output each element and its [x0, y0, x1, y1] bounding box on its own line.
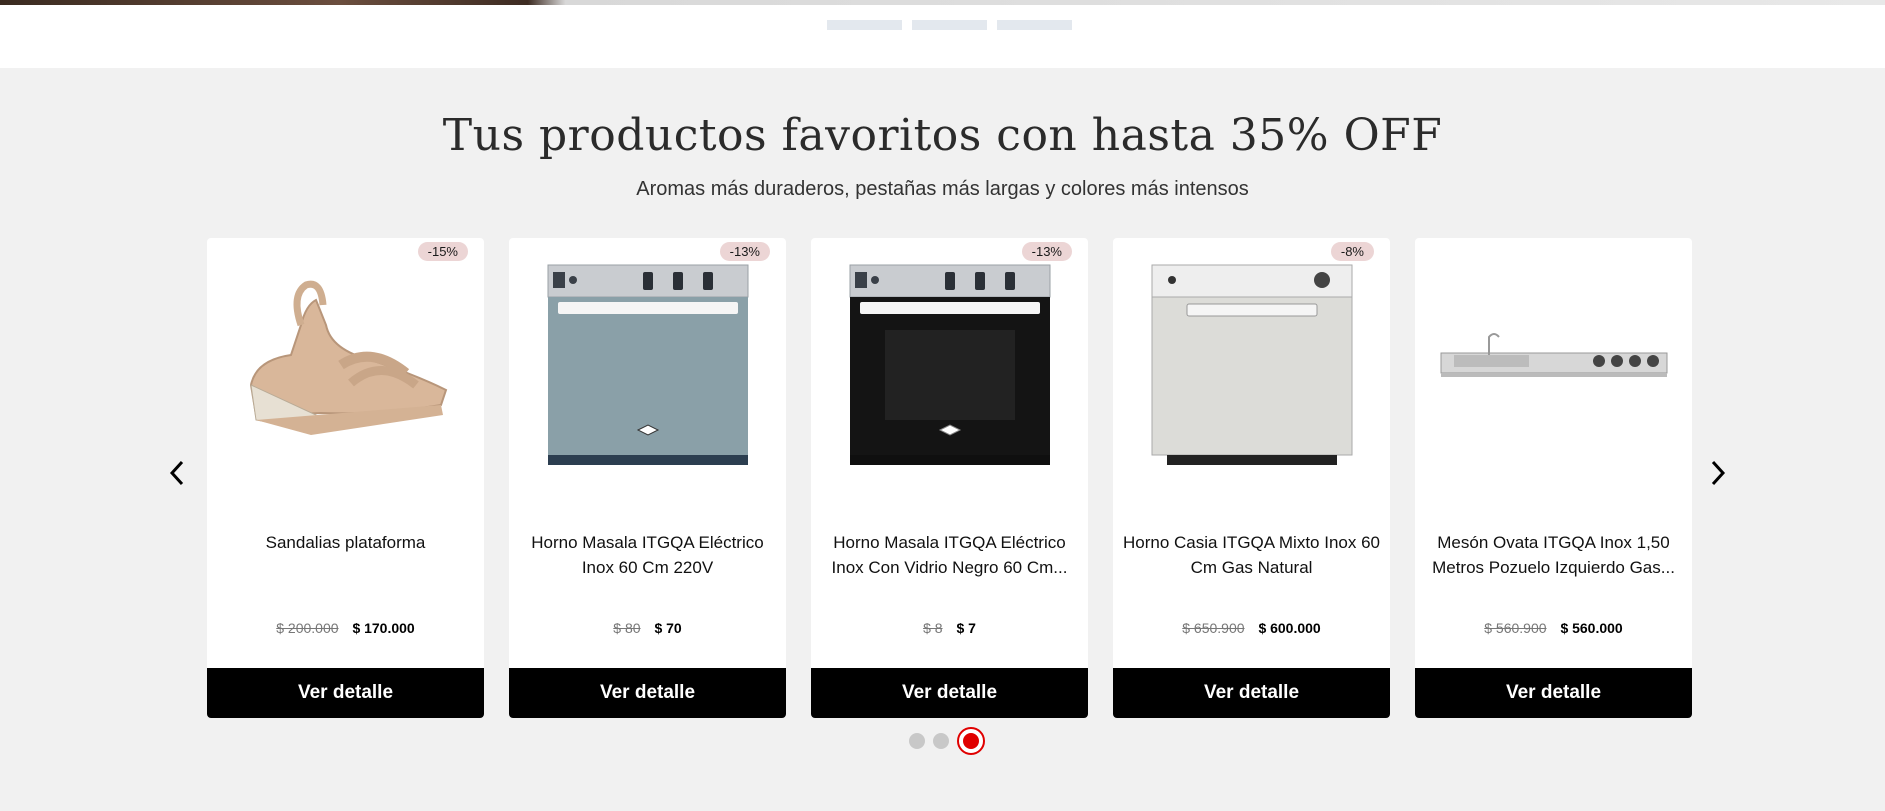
old-price: $ 8	[923, 620, 943, 636]
hero-dot-2[interactable]	[912, 20, 987, 30]
new-price: $ 170.000	[352, 620, 415, 636]
oven-black-image[interactable]	[831, 260, 1068, 470]
sandal-image[interactable]	[227, 260, 464, 470]
product-card[interactable]: -8% Horno Casia ITGQA Mixto Inox 60 Cm G…	[1113, 238, 1390, 718]
product-name[interactable]: Horno Casia ITGQA Mixto Inox 60 Cm Gas N…	[1119, 530, 1384, 580]
carousel-pagination	[909, 727, 985, 755]
discount-badge: -13%	[1021, 242, 1072, 261]
hero-pagination	[827, 20, 1072, 30]
old-price: $ 80	[613, 620, 641, 636]
oven-white-image[interactable]	[1133, 260, 1370, 470]
countertop-image[interactable]	[1435, 260, 1672, 470]
discount-badge: -8%	[1330, 242, 1374, 261]
ver-detalle-button[interactable]: Ver detalle	[509, 668, 786, 718]
carousel-prev-button[interactable]	[162, 458, 192, 488]
section-subtitle: Aromas más duraderos, pestañas más larga…	[636, 178, 1249, 200]
discount-badge: -15%	[417, 242, 468, 261]
hero-banner-bottom	[0, 0, 1885, 68]
product-card[interactable]: Mesón Ovata ITGQA Inox 1,50 Metros Pozue…	[1415, 238, 1692, 718]
product-name[interactable]: Sandalias plataforma	[213, 530, 478, 555]
product-card[interactable]: -15% Sandalias plataforma $ 200.000 $ 17…	[207, 238, 484, 718]
ver-detalle-button[interactable]: Ver detalle	[811, 668, 1088, 718]
new-price: $ 560.000	[1560, 620, 1623, 636]
old-price: $ 200.000	[276, 620, 339, 636]
product-prices: $ 8 $ 7	[811, 620, 1088, 636]
product-name[interactable]: Horno Masala ITGQA Eléctrico Inox 60 Cm …	[515, 530, 780, 580]
product-prices: $ 200.000 $ 170.000	[207, 620, 484, 636]
old-price: $ 560.900	[1484, 620, 1547, 636]
favorites-section: Tus productos favoritos con hasta 35% OF…	[0, 68, 1885, 811]
hero-image-edge	[0, 0, 1885, 5]
new-price: $ 70	[654, 620, 682, 636]
product-card[interactable]: -13% Horno Masala ITGQA Eléctrico Inox C…	[811, 238, 1088, 718]
ver-detalle-button[interactable]: Ver detalle	[1415, 668, 1692, 718]
product-prices: $ 560.900 $ 560.000	[1415, 620, 1692, 636]
chevron-left-icon	[169, 460, 184, 486]
oven-glass-image[interactable]	[529, 260, 766, 470]
carousel-dot-3-active[interactable]	[957, 727, 985, 755]
new-price: $ 7	[956, 620, 976, 636]
chevron-right-icon	[1711, 460, 1726, 486]
product-card[interactable]: -13% Horno Masala ITGQA Eléctrico Inox 6…	[509, 238, 786, 718]
product-prices: $ 650.900 $ 600.000	[1113, 620, 1390, 636]
new-price: $ 600.000	[1258, 620, 1321, 636]
product-prices: $ 80 $ 70	[509, 620, 786, 636]
carousel-dot-1[interactable]	[909, 733, 925, 749]
product-carousel: -15% Sandalias plataforma $ 200.000 $ 17…	[207, 238, 1692, 718]
discount-badge: -13%	[719, 242, 770, 261]
carousel-next-button[interactable]	[1703, 458, 1733, 488]
product-name[interactable]: Horno Masala ITGQA Eléctrico Inox Con Vi…	[817, 530, 1082, 580]
carousel-dot-2[interactable]	[933, 733, 949, 749]
section-title: Tus productos favoritos con hasta 35% OF…	[442, 110, 1443, 161]
hero-dot-3[interactable]	[997, 20, 1072, 30]
ver-detalle-button[interactable]: Ver detalle	[1113, 668, 1390, 718]
hero-dot-1[interactable]	[827, 20, 902, 30]
ver-detalle-button[interactable]: Ver detalle	[207, 668, 484, 718]
product-name[interactable]: Mesón Ovata ITGQA Inox 1,50 Metros Pozue…	[1421, 530, 1686, 580]
old-price: $ 650.900	[1182, 620, 1245, 636]
